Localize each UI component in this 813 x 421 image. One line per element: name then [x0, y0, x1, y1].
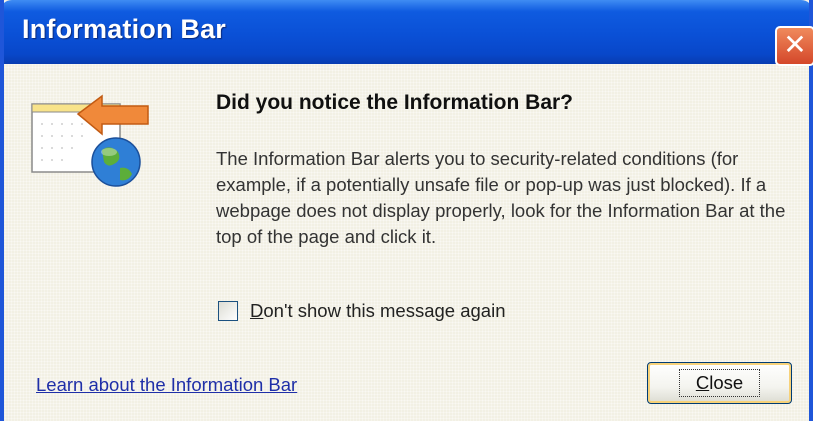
close-button-label: Close [678, 369, 761, 397]
close-icon: ✕ [783, 29, 807, 60]
information-bar-globe-icon [30, 94, 150, 194]
close-button[interactable]: Close [647, 362, 792, 404]
title-bar[interactable]: Information Bar [4, 0, 809, 64]
information-bar-illustration [31, 94, 149, 187]
window-close-button[interactable]: ✕ [775, 26, 813, 66]
dialog-heading: Did you notice the Information Bar? [216, 91, 574, 114]
close-button-rest: lose [709, 372, 744, 393]
dont-show-again-label: Don't show this message again [250, 300, 506, 322]
dialog-body-text: The Information Bar alerts you to securi… [216, 148, 786, 247]
dont-show-again-accel: D [250, 300, 264, 321]
close-button-accel: C [695, 372, 710, 393]
window-title: Information Bar [22, 14, 227, 44]
dont-show-again-checkbox[interactable] [218, 301, 238, 321]
dont-show-again-rest: on't show this message again [263, 300, 506, 321]
learn-about-information-bar-link[interactable]: Learn about the Information Bar [36, 374, 297, 396]
